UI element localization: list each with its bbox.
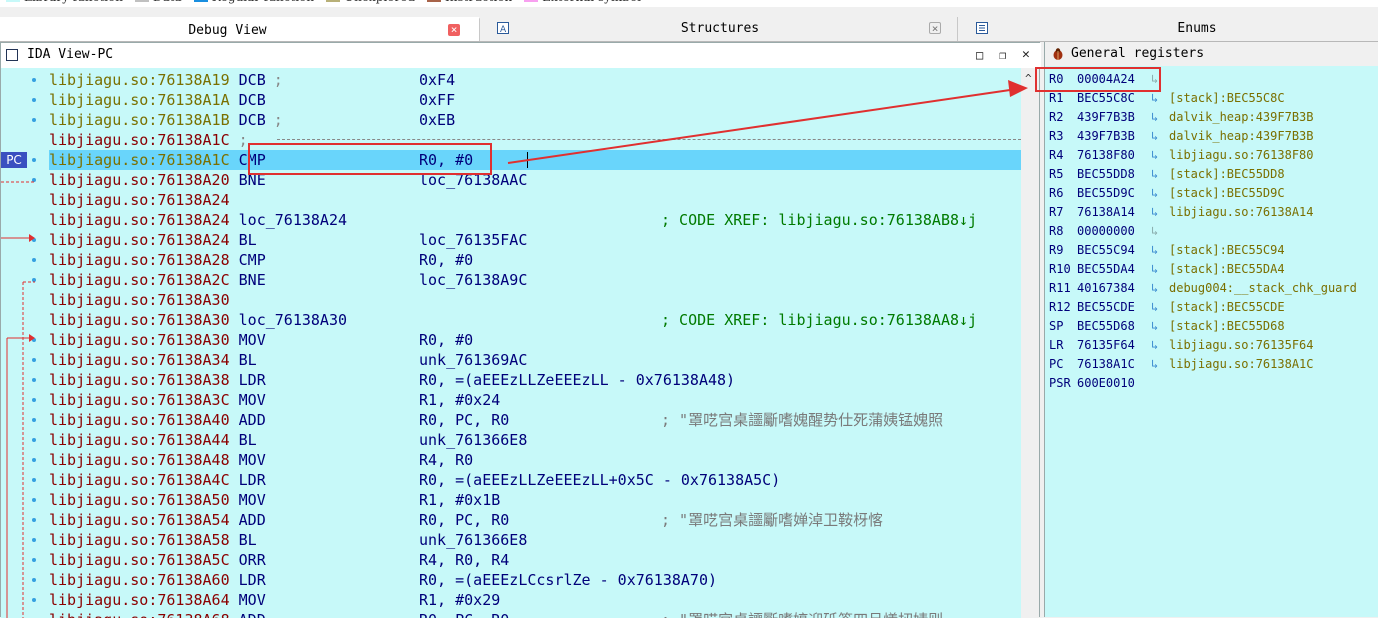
annotation-arrow: [507, 80, 1028, 164]
